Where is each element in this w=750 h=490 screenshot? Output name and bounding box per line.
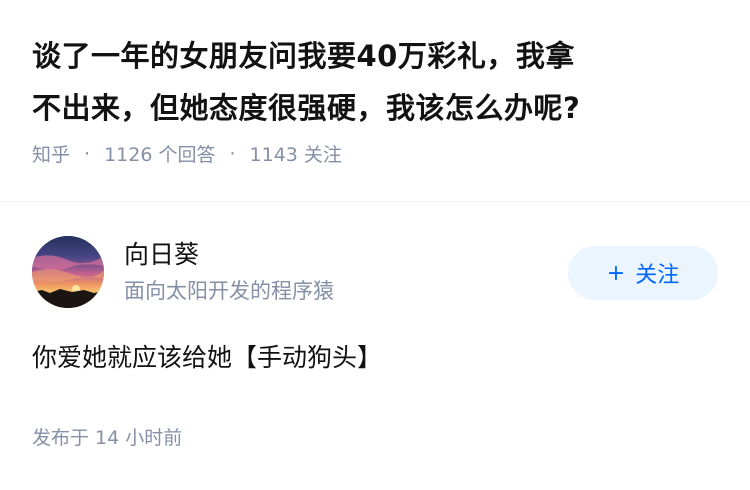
answers-count[interactable]: 1126 个回答 [104, 140, 215, 167]
meta-separator: · [84, 142, 91, 165]
follow-button-label: 关注 [635, 263, 680, 288]
avatar[interactable] [32, 236, 104, 308]
question-title[interactable]: 谈了一年的女朋友问我要40万彩礼，我拿 不出来，但她态度很强硬，我该怎么办呢? [32, 30, 722, 134]
author-bio: 面向太阳开发的程序猿 [124, 279, 334, 303]
sunset-avatar-icon [32, 236, 104, 308]
question-title-line-1: 谈了一年的女朋友问我要40万彩礼，我拿 [32, 39, 575, 73]
question-meta: 知乎 · 1126 个回答 · 1143 关注 [32, 140, 722, 167]
plus-icon: + [606, 260, 626, 286]
answer-content: 你爱她就应该给她【手动狗头】 [32, 343, 383, 372]
publish-time: 发布于 14 小时前 [32, 427, 183, 449]
section-divider [0, 201, 750, 202]
meta-separator: · [229, 142, 236, 165]
follow-button[interactable]: + 关注 [568, 246, 718, 300]
question-title-line-2: 不出来，但她态度很强硬，我该怎么办呢? [32, 91, 581, 125]
followers-count: 1143 关注 [249, 144, 342, 166]
question-header: 谈了一年的女朋友问我要40万彩礼，我拿 不出来，但她态度很强硬，我该怎么办呢? … [32, 30, 722, 167]
answer-author-row: 向日葵 面向太阳开发的程序猿 + 关注 [32, 236, 718, 308]
source-label[interactable]: 知乎 [32, 140, 70, 167]
author-name[interactable]: 向日葵 [124, 238, 199, 272]
